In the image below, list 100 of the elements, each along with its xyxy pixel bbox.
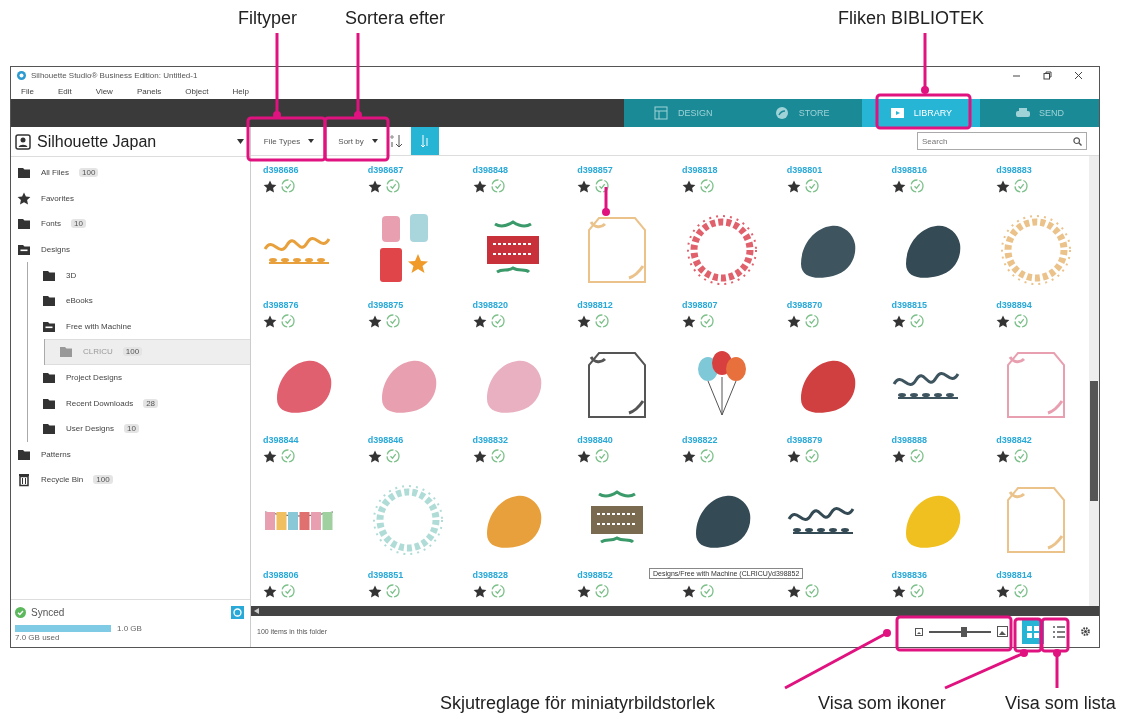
item-label: 3D [66,270,77,280]
sidebar-item[interactable]: Patterns [11,441,250,468]
vertical-scrollbar[interactable] [1089,156,1099,606]
grid-icon [1027,625,1039,638]
folder-icon [17,447,31,461]
sync-check-icon [595,449,610,463]
leader-line [602,187,610,216]
sidebar-item[interactable]: Favorites [11,185,250,212]
design-name: d398842 [996,435,1033,446]
design-name: d398846 [367,435,405,446]
sync-check-icon [595,314,610,328]
sort-by-dropdown[interactable]: Sort by [327,127,389,155]
item-label: Recent Downloads [66,398,134,408]
design-name: d398832 [472,435,510,446]
count-badge: 10 [71,219,86,229]
gear-icon [1080,626,1091,637]
callout-label: Skjutreglage för miniatyrbildstorlek [440,693,716,714]
sidebar-item[interactable]: 3D [28,262,250,288]
store-tab-icon [774,106,791,120]
search-field[interactable]: Search [917,132,1087,150]
sidebar-item[interactable]: User Designs 10 [28,415,250,442]
sidebar-item[interactable]: Recent Downloads 28 [28,390,250,416]
storage-caption: 7.0 GB used [15,633,61,642]
callout-label: Visa som ikoner [818,693,946,714]
sync-check-icon [595,179,610,193]
library-tab-icon [889,106,906,120]
design-name: d398820 [472,300,510,311]
highlight-frame [323,116,390,162]
menu-item[interactable]: Panels [136,86,162,96]
leader-line [921,33,929,94]
sidebar-item[interactable]: Recycle Bin 100 [11,467,250,493]
sidebar-item[interactable]: Fonts 10 [11,211,250,237]
sync-check-icon [700,584,714,598]
item-label: eBooks [66,296,93,306]
item-label: Fonts [41,219,61,229]
sidebar-item[interactable]: Designs [11,236,250,263]
design-name: d398875 [367,300,405,311]
sync-check-icon [1014,314,1029,328]
sync-check-icon [490,584,505,598]
menu-item[interactable]: Edit [57,86,72,96]
window-title: Silhouette Studio® Business Edition: Untitled-1 [31,70,198,80]
design-name: d398814 [996,570,1033,581]
design-name: d398848 [472,165,510,176]
sidebar-item[interactable]: Project Designs [28,364,250,391]
sync-check-icon [281,179,295,193]
design-name: d398876 [263,300,300,311]
sync-check-icon [490,179,505,193]
sync-check-icon [385,179,400,193]
slider-thumb[interactable] [961,626,968,637]
sync-check-icon [804,314,819,328]
sync-check-icon [385,584,400,598]
design-name: d398851 [367,570,405,581]
item-label: Free with Machine [66,321,132,331]
scroll-left-icon [254,608,260,614]
star-icon [17,191,31,205]
item-label: Recycle Bin [41,475,84,485]
count-badge: 100 [122,347,143,357]
folder-icon [17,166,31,180]
sync-check-icon [490,449,505,463]
menu-item[interactable]: File [21,86,34,96]
design-name: d398870 [786,300,824,311]
menu-item[interactable]: Object [185,86,209,96]
sync-check-icon [281,449,295,463]
folder-icon [42,294,56,308]
sidebar-item[interactable]: CLRICU 100 [45,339,250,365]
sync-check-icon [1014,584,1029,598]
restore-icon [1043,70,1052,80]
folder-icon [59,345,73,359]
storage-reading: 1.0 GB [117,624,142,633]
sidebar-item[interactable]: All Files 100 [11,160,250,186]
file-types-dropdown[interactable]: File Types [251,127,327,155]
sync-check-icon [700,449,714,463]
caret-icon [371,139,378,143]
sync-check-icon [281,314,295,328]
close-icon [1074,70,1083,80]
folder-icon [42,422,56,436]
sync-check-icon [595,584,610,598]
sync-check-icon [1014,179,1029,193]
account-icon [15,133,31,150]
sort-order-icon [389,133,403,149]
sync-check-icon [490,314,505,328]
thumbnail-size-slider[interactable] [929,626,991,637]
sync-check-icon [700,314,714,328]
callout-label: Fliken BIBLIOTEK [838,8,985,29]
design-name: d398686 [263,165,300,176]
design-name: d398879 [786,435,824,446]
item-label: Favorites [41,193,74,203]
item-label: CLRICU [83,347,113,357]
design-name: d398812 [577,300,614,311]
small-image-icon [915,627,923,636]
item-label: Designs [41,245,70,255]
menu-item[interactable]: Help [232,86,249,96]
design-name: d398806 [263,570,300,581]
search-icon [1073,137,1082,146]
design-name: d398822 [682,435,719,446]
sidebar-item[interactable]: eBooks [28,287,250,314]
horizontal-scrollbar[interactable] [251,606,1099,616]
menu-item[interactable]: View [95,86,113,96]
sidebar-item[interactable]: Free with Machine [28,313,250,340]
design-name: d398844 [263,435,300,446]
